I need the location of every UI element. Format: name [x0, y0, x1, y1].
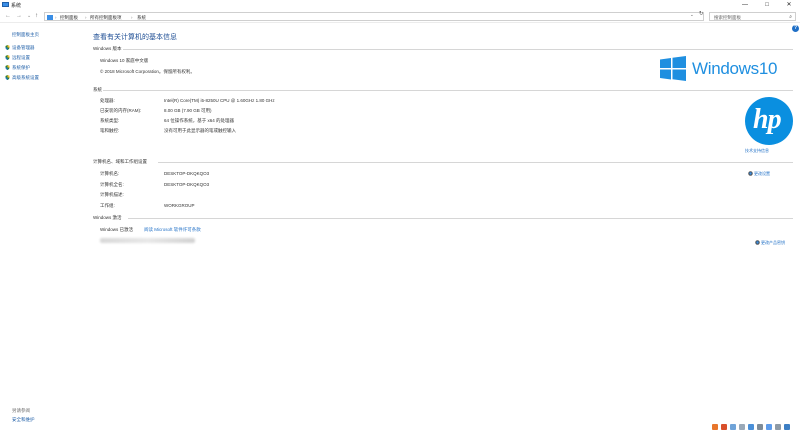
shield-icon: [5, 45, 10, 51]
system-type-label: 系统类型:: [100, 118, 120, 123]
change-product-key-label: 更改产品密钥: [761, 240, 785, 245]
input-method-icon[interactable]: [712, 424, 718, 430]
memory-label: 已安装的内存(RAM):: [100, 108, 142, 113]
system-type-value: 64 位操作系统，基于 x64 的处理器: [164, 118, 235, 123]
computer-description-label: 计算机描述:: [100, 192, 124, 197]
computer-name-label: 计算机名:: [100, 171, 120, 176]
license-terms-link[interactable]: 阅读 Microsoft 软件许可条款: [144, 227, 201, 233]
full-computer-name-value: DESKTOP-DKQKQO3: [164, 182, 210, 187]
security-maintenance-link[interactable]: 安全和维护: [12, 417, 35, 423]
shield-icon: [5, 65, 10, 71]
pen-touch-label: 笔和触控:: [100, 128, 120, 133]
app-tray-icon[interactable]: [748, 424, 754, 430]
recent-locations-chevron-icon[interactable]: ⌄: [27, 12, 31, 21]
sidebar-item-label: 远程设置: [12, 55, 30, 60]
section-divider: [103, 90, 793, 91]
app-tray-icon[interactable]: [739, 424, 745, 430]
search-icon[interactable]: ⌕: [789, 14, 792, 20]
address-bar: ← → ⌄ ↑ › 控制面板 › 所有控制面板项 › 系统 ⌄ ↻ 搜索控制面板…: [0, 10, 800, 23]
sidebar-item-device-manager[interactable]: 设备管理器: [5, 45, 35, 52]
gear-shield-icon: [755, 240, 760, 246]
see-also-heading: 另请参阅: [12, 408, 30, 413]
page-title: 查看有关计算机的基本信息: [93, 34, 177, 41]
sidebar-item-remote-settings[interactable]: 远程设置: [5, 55, 30, 62]
sidebar-item-advanced-settings[interactable]: 高级系统设置: [5, 75, 39, 82]
gear-shield-icon: [748, 171, 753, 177]
app-tray-icon[interactable]: [766, 424, 772, 430]
section-divider: [123, 49, 793, 50]
system-app-icon: [2, 2, 9, 7]
change-product-key-link[interactable]: 更改产品密钥: [755, 240, 785, 246]
section-divider: [158, 162, 793, 163]
app-tray-icon[interactable]: [730, 424, 736, 430]
section-divider: [128, 218, 793, 219]
shield-icon: [5, 75, 10, 81]
workgroup-value: WORKGROUP: [164, 203, 195, 208]
windows-flag-icon: [660, 56, 686, 81]
shield-icon: [5, 55, 10, 61]
back-arrow-icon[interactable]: ←: [5, 12, 11, 21]
full-computer-name-label: 计算机全名:: [100, 182, 124, 187]
processor-value: Intel(R) Core(TM) i5-8250U CPU @ 1.60GHz…: [164, 98, 275, 103]
sidebar-item-label: 高级系统设置: [12, 75, 39, 80]
change-settings-label: 更改设置: [754, 171, 770, 176]
sidebar-item-system-protection[interactable]: 系统保护: [5, 65, 30, 72]
computer-name-value: DESKTOP-DKQKQO3: [164, 171, 210, 176]
breadcrumb-all-items[interactable]: 所有控制面板项: [90, 15, 122, 21]
search-placeholder: 搜索控制面板: [714, 14, 741, 20]
redacted-product-id: [100, 238, 195, 243]
pen-touch-value: 没有可用于此显示器的笔或触控输入: [164, 128, 236, 133]
sidebar-item-label: 系统保护: [12, 65, 30, 70]
breadcrumb-system[interactable]: 系统: [137, 15, 146, 21]
app-tray-icon[interactable]: [757, 424, 763, 430]
change-settings-link[interactable]: 更改设置: [748, 171, 770, 177]
app-tray-icon[interactable]: [721, 424, 727, 430]
sidebar: 控制面板主页 设备管理器 远程设置 系统保护 高级系统设置 另请参阅 安全和维护: [0, 24, 86, 431]
address-field[interactable]: › 控制面板 › 所有控制面板项 › 系统: [44, 12, 704, 21]
computer-icon: [47, 14, 53, 20]
support-info-link[interactable]: 技术支持信息: [745, 148, 769, 154]
sidebar-home-link[interactable]: 控制面板主页: [12, 32, 39, 38]
activation-section-heading: Windows 激活: [93, 215, 122, 220]
app-tray-icon[interactable]: [775, 424, 781, 430]
search-input[interactable]: 搜索控制面板 ⌕: [709, 12, 796, 21]
breadcrumb-separator: ›: [131, 14, 133, 20]
window-title: 系统: [11, 3, 22, 9]
system-tray: [712, 423, 800, 431]
breadcrumb-separator: ›: [55, 14, 57, 20]
title-bar: 系统 — □ ✕: [0, 0, 800, 10]
edition-name: Windows 10 家庭中文版: [100, 58, 149, 63]
workgroup-label: 工作组:: [100, 203, 115, 208]
windows10-logo-text: Windows10: [692, 59, 778, 78]
refresh-icon[interactable]: ↻: [699, 11, 704, 17]
hp-logo: hp: [745, 97, 793, 145]
maximize-button[interactable]: □: [756, 0, 778, 10]
sidebar-item-label: 设备管理器: [12, 45, 35, 50]
edition-section-heading: Windows 版本: [93, 46, 122, 51]
system-section-heading: 系统: [93, 87, 102, 92]
processor-label: 处理器:: [100, 98, 115, 103]
up-arrow-icon[interactable]: ↑: [35, 12, 38, 21]
forward-arrow-icon[interactable]: →: [16, 12, 22, 21]
computer-section-heading: 计算机名、域和工作组设置: [93, 159, 147, 164]
close-button[interactable]: ✕: [778, 0, 800, 10]
minimize-button[interactable]: —: [734, 0, 756, 10]
memory-value: 8.00 GB (7.90 GB 可用): [164, 108, 212, 113]
hp-logo-text: hp: [753, 104, 782, 135]
breadcrumb-control-panel[interactable]: 控制面板: [60, 15, 78, 21]
app-tray-icon[interactable]: [784, 424, 790, 430]
activation-status: Windows 已激活: [100, 227, 134, 232]
edition-copyright: © 2018 Microsoft Corporation。保留所有权利。: [100, 69, 195, 74]
help-icon[interactable]: ?: [792, 25, 799, 32]
address-dropdown-chevron-icon[interactable]: ⌄: [690, 12, 694, 18]
breadcrumb-separator: ›: [85, 14, 87, 20]
